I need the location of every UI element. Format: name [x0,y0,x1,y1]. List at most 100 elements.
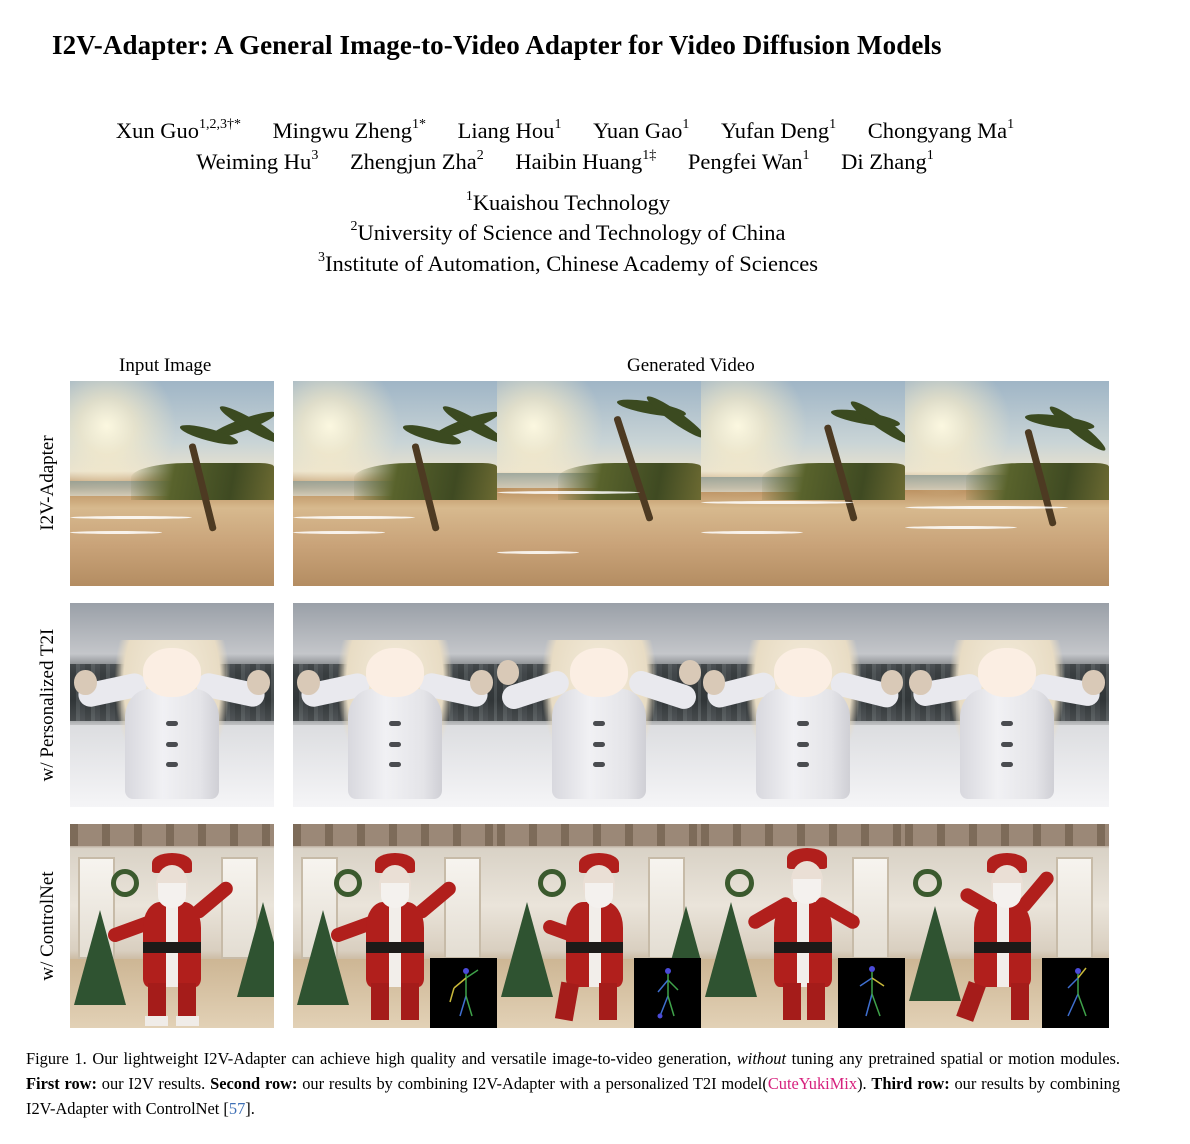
wave-foam [497,551,579,554]
coat-toggle [1000,762,1014,768]
ceiling-beams [70,824,274,847]
affiliation: 3Institute of Automation, Chinese Academ… [0,251,1136,277]
pose-skeleton-icon [430,958,497,1028]
author-name: Yuan Gao [593,118,683,143]
coat-toggle [592,762,606,768]
face [143,647,201,697]
right-mitten [470,670,493,695]
santa-beard [992,883,1022,908]
left-mitten [703,670,726,695]
face [570,647,628,697]
author-affiliation-mark: 1* [411,117,426,132]
santa-boot [176,1015,199,1026]
author: Di Zhang1 [841,149,934,175]
caption-bold: Second row: [210,1074,298,1093]
pose-skeleton-icon [634,958,701,1028]
author-name: Di Zhang [841,149,927,174]
window [851,856,889,959]
belt [774,942,832,953]
author: Liang Hou1 [458,118,562,144]
coat-toggle [165,762,179,768]
palm-frond [643,392,701,443]
author-name: Chongyang Ma [867,118,1008,143]
ceiling-beams [497,824,701,847]
caption-emphasis: without [736,1049,787,1068]
santa-leg [782,983,801,1020]
santa-leg [599,983,618,1020]
coat-toggle [165,721,179,727]
generated-frame-beach-4 [905,381,1109,586]
affiliation-mark: 2 [350,219,358,234]
wave-foam [905,506,1069,509]
coat-toggle [1000,721,1014,727]
santa-beard [157,883,187,908]
author-affiliation-mark: 1 [1007,117,1015,132]
pose-skeleton-icon [1042,958,1109,1028]
caption-bold: Third row: [871,1074,950,1093]
ceiling-beams [905,824,1109,847]
figure-caption: Figure 1. Our lightweight I2V-Adapter ca… [26,1046,1120,1121]
christmas-tree [237,901,274,997]
generated-frame-anime-3 [701,603,905,807]
coat-toggle [796,721,810,727]
caption-text: our results by combining I2V-Adapter wit… [297,1074,768,1093]
left-mitten [74,670,97,695]
row-label-i2v-adapter: I2V-Adapter [37,435,58,531]
author: Pengfei Wan1 [688,149,810,175]
author-name: Mingwu Zheng [272,118,412,143]
author: Chongyang Ma1 [868,118,1014,144]
coat-toggle [388,721,402,727]
authors-line-2: Weiming Hu3 Zhengjun Zha2 Haibin Huang1‡… [0,149,1130,175]
caption-text: tuning any pretrained spatial or motion … [786,1049,1121,1068]
caption-text: Figure 1. Our lightweight I2V-Adapter ca… [26,1049,737,1068]
santa-leg [178,983,197,1020]
affiliation-mark: 3 [317,250,325,265]
author: Weiming Hu3 [196,149,318,175]
christmas-wreath [333,868,363,898]
santa-leg [807,983,826,1020]
right-mitten [1082,670,1105,695]
santa-leg [370,983,389,1020]
right-mitten [247,670,270,695]
caption-text: our I2V results. [96,1074,211,1093]
author-affiliation-mark: 1 [829,117,837,132]
belt [974,942,1032,953]
right-mitten [880,670,903,695]
generated-frame-santa-3 [701,824,905,1028]
wave-foam [497,491,640,494]
coat-toggle [388,741,402,747]
santa-beard [584,883,614,908]
input-image-beach [70,381,274,586]
coat-toggle [796,741,810,747]
wave-foam [70,531,162,534]
author-affiliation-mark: 1 [554,117,562,132]
generated-frame-beach-2 [497,381,701,586]
generated-frame-beach-3 [701,381,905,586]
input-image-anime-girl [70,603,274,807]
vegetation [762,463,905,500]
author-affiliation-mark: 1 [926,148,934,163]
author-affiliation-mark: 1,2,3†* [198,117,241,132]
author-name: Xun Guo [115,118,199,143]
face [366,647,424,697]
model-link[interactable]: CuteYukiMix [768,1074,857,1093]
coat-toggle [592,741,606,747]
affiliation-name: University of Science and Technology of … [357,220,786,245]
coat-toggle [592,721,606,727]
generated-frame-anime-1 [293,603,497,807]
belt [366,942,424,953]
wave-foam [701,501,854,504]
author-affiliation-mark: 3 [311,148,319,163]
right-mitten [678,660,701,685]
christmas-tree [74,909,127,1005]
affiliation-name: Kuaishou Technology [472,190,671,215]
citation-link[interactable]: 57 [229,1099,245,1118]
window [443,856,481,959]
affiliation: 2University of Science and Technology of… [0,220,1136,246]
santa-leg [147,983,166,1020]
affiliation-name: Institute of Automation, Chinese Academy… [324,251,819,276]
generated-frame-santa-2 [497,824,701,1028]
left-mitten [297,670,320,695]
generated-frame-beach-1 [293,381,497,586]
wave-foam [293,516,416,519]
